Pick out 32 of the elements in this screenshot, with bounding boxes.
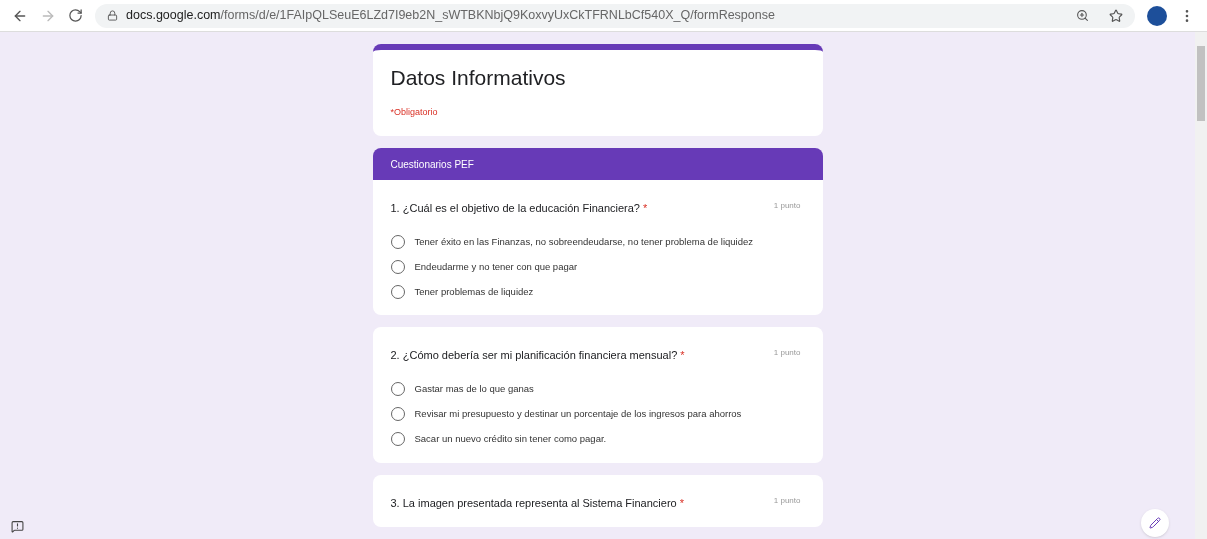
section-header: Cuestionarios PEF xyxy=(372,148,823,180)
url-text: docs.google.com/forms/d/e/1FAIpQLSeuE6LZd7I9eb2N_sWTBKNbjQ9KoxvyUxCkTFRNLbCf540X_Q/formResponse xyxy=(126,7,775,25)
reload-icon[interactable] xyxy=(68,8,83,23)
required-note: *Obligatorio xyxy=(390,105,439,119)
option-label: Sacar un nuevo crédito sin tener como pagar. xyxy=(414,432,607,447)
scrollbar-thumb[interactable] xyxy=(1197,46,1205,121)
radio-option[interactable]: Gastar mas de lo que ganas xyxy=(390,381,805,396)
edit-button[interactable] xyxy=(1141,509,1169,537)
pencil-icon xyxy=(1149,517,1161,529)
bookmark-star-icon[interactable] xyxy=(1109,8,1123,23)
option-label: Gastar mas de lo que ganas xyxy=(414,381,534,396)
radio-option[interactable]: Tener éxito en las Finanzas, no sobreendeudarse, no tener problema de liquidez xyxy=(390,234,805,249)
radio-option[interactable]: Endeudarme y no tener con que pagar xyxy=(390,259,805,274)
feedback-icon[interactable] xyxy=(11,520,24,533)
avatar[interactable] xyxy=(1147,5,1167,26)
address-bar[interactable]: docs.google.com/forms/d/e/1FAIpQLSeuE6LZd7I9eb2N_sWTBKNbjQ9KoxvyUxCkTFRNLbCf540X_Q/formResponse xyxy=(95,3,1135,28)
option-label: Tener éxito en las Finanzas, no sobreendeudarse, no tener problema de liquidez xyxy=(414,234,754,249)
option-label: Endeudarme y no tener con que pagar xyxy=(414,259,578,274)
option-label: Revisar mi presupuesto y destinar un porcentaje de los ingresos para ahorros xyxy=(414,407,742,421)
points-label: 1 punto xyxy=(773,347,802,360)
points-label: 1 punto xyxy=(773,494,802,507)
radio-option[interactable]: Tener problemas de liquidez xyxy=(390,285,805,300)
radio-option[interactable]: Sacar un nuevo crédito sin tener como pagar. xyxy=(390,432,805,447)
question-title: 1. ¿Cuál es el objetivo de la educación Financiera? * xyxy=(390,201,648,216)
zoom-icon[interactable] xyxy=(1076,9,1089,22)
question-title: 2. ¿Cómo debería ser mi planificación financiera mensual? * xyxy=(390,348,685,364)
option-label: Tener problemas de liquidez xyxy=(414,285,534,299)
radio-option[interactable]: Revisar mi presupuesto y destinar un porcentaje de los ingresos para ahorros xyxy=(390,407,805,422)
lock-icon xyxy=(107,10,118,21)
question-title: 3. La imagen presentada representa al Sistema Financiero * xyxy=(390,495,684,511)
points-label: 1 punto xyxy=(773,200,802,212)
form-title: Datos Informativos xyxy=(390,65,567,91)
